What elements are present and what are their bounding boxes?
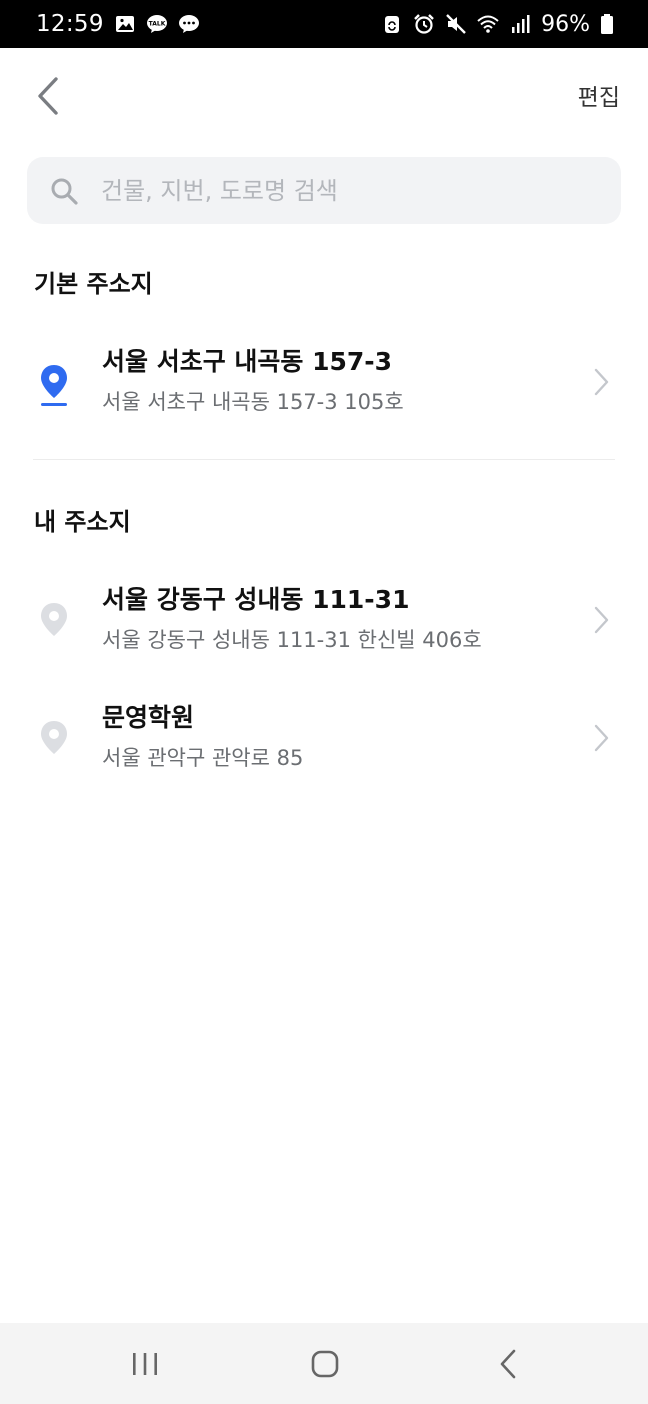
status-right: 96% — [381, 12, 614, 37]
chat-icon — [178, 15, 199, 33]
alarm-icon — [414, 14, 434, 34]
home-icon — [311, 1350, 339, 1378]
address-detail: 서울 서초구 내곡동 157-3 105호 — [102, 390, 404, 414]
signal-icon — [512, 15, 530, 33]
edit-button[interactable]: 편집 — [578, 78, 620, 112]
back-button[interactable] — [24, 72, 72, 120]
search-bar[interactable] — [27, 157, 621, 224]
address-title: 서울 강동구 성내동 111-31 — [102, 585, 410, 614]
address-list-item[interactable]: 서울 강동구 성내동 111-31 서울 강동구 성내동 111-31 한신빌 … — [0, 580, 648, 690]
location-pin-icon — [41, 365, 67, 406]
location-pin-icon — [41, 603, 67, 636]
section-divider — [33, 459, 615, 460]
search-input[interactable] — [101, 176, 571, 205]
mute-icon — [446, 14, 466, 34]
address-list-item[interactable]: 문영학원 서울 관악구 관악로 85 — [0, 698, 648, 808]
recent-apps-icon — [133, 1353, 157, 1375]
address-detail: 서울 강동구 성내동 111-31 한신빌 406호 — [102, 628, 482, 652]
system-back-icon — [500, 1349, 516, 1379]
kakaotalk-label: TALK — [148, 21, 165, 28]
kakaotalk-icon: TALK — [146, 15, 167, 33]
my-addresses-heading: 내 주소지 — [34, 508, 131, 536]
recycle-icon — [385, 16, 400, 33]
system-back-button[interactable] — [478, 1341, 538, 1387]
wifi-icon — [477, 15, 499, 33]
status-left: 12:59 TALK — [36, 11, 200, 37]
address-title: 문영학원 — [102, 703, 195, 732]
search-icon — [51, 178, 78, 205]
app-bar: 편집 — [0, 48, 648, 144]
status-bar: 12:59 TALK 96% — [0, 0, 648, 48]
status-time: 12:59 — [36, 11, 104, 37]
gallery-icon — [115, 16, 134, 32]
address-title: 서울 서초구 내곡동 157-3 — [102, 347, 393, 376]
battery-percent: 96% — [541, 11, 590, 37]
back-arrow-icon — [38, 77, 58, 115]
default-address-item[interactable]: 서울 서초구 내곡동 157-3 서울 서초구 내곡동 157-3 105호 — [0, 342, 648, 452]
chevron-right-icon — [594, 606, 609, 634]
chevron-right-icon — [594, 724, 609, 752]
chevron-right-icon — [594, 368, 609, 396]
home-button[interactable] — [295, 1341, 355, 1387]
system-nav-bar — [0, 1323, 648, 1404]
address-book-screen: 12:59 TALK 96% 편집 건물, 지번, 도로명 검색 기본 주소지 … — [0, 0, 648, 1404]
recent-apps-button[interactable] — [115, 1341, 175, 1387]
default-address-heading: 기본 주소지 — [34, 270, 153, 298]
address-detail: 서울 관악구 관악로 85 — [102, 746, 304, 770]
battery-icon — [601, 14, 613, 34]
location-pin-icon — [41, 721, 67, 754]
